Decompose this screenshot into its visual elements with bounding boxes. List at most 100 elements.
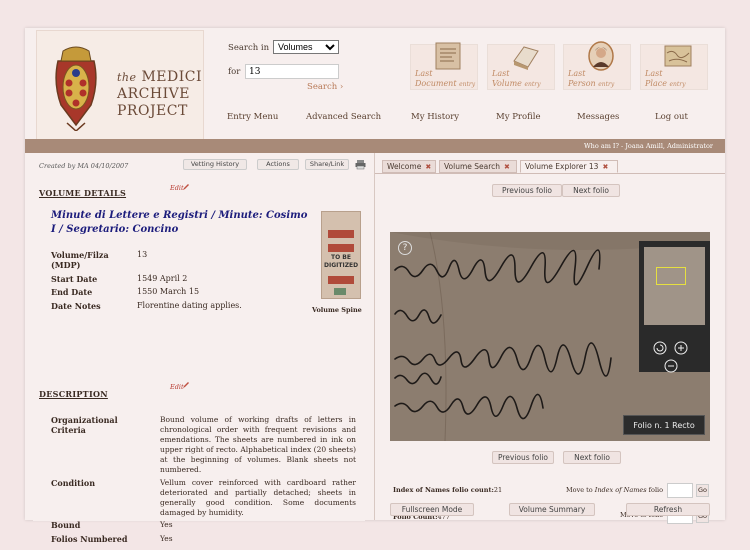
logo-text: the MEDICI ARCHIVE PROJECT <box>117 69 203 120</box>
index-of-names-count: Index of Names folio count:21 <box>393 486 502 494</box>
close-tab-icon[interactable]: ✖ <box>425 163 431 171</box>
spine-tag <box>334 288 346 295</box>
person-portrait-icon <box>588 41 614 71</box>
volume-title: Minute di Lettere e Registri / Minute: C… <box>51 210 308 235</box>
rotate-icon[interactable] <box>653 341 667 355</box>
medici-crest-icon <box>55 46 97 131</box>
last-person-entry[interactable]: Last Person entry <box>563 41 631 90</box>
who-am-i-link[interactable]: Who am I? - Joana Amill, Administrator <box>584 142 713 150</box>
logo-the: the <box>117 71 137 84</box>
volume-spine-image[interactable]: TO BE DIGITIZED <box>321 211 361 299</box>
description-heading: DESCRIPTION <box>39 389 108 399</box>
share-link-button[interactable]: Share/Link <box>305 159 349 170</box>
field-label-bound: Bound <box>51 520 81 530</box>
field-label-condition: Condition <box>51 478 96 488</box>
logo-line3: PROJECT <box>117 103 188 119</box>
help-icon[interactable]: ? <box>398 241 412 255</box>
quick-link-line1: Last <box>568 69 586 78</box>
nav-my-history[interactable]: My History <box>411 112 459 122</box>
spine-band <box>328 230 354 238</box>
search-scope-select[interactable]: Volumes <box>273 40 339 54</box>
spine-text: TO BE DIGITIZED <box>324 254 359 269</box>
pencil-icon[interactable] <box>182 183 190 191</box>
volume-thumbnail-icon <box>513 46 539 70</box>
field-value-organizational-criteria: Bound volume of working drafts of letter… <box>160 415 356 474</box>
field-label-folios-numbered: Folios Numbered <box>51 534 128 544</box>
previous-folio-button-bottom[interactable]: Previous folio <box>492 451 554 464</box>
tab-volume-explorer[interactable]: Volume Explorer 13 ✖ <box>520 160 618 173</box>
field-label-end-date: End Date <box>51 287 93 297</box>
quick-link-line1: Last <box>492 69 510 78</box>
last-document-entry[interactable]: Last Document entry <box>410 42 478 90</box>
quick-link-suffix: entry <box>459 81 476 88</box>
search-input[interactable] <box>245 64 339 79</box>
nav-advanced-search[interactable]: Advanced Search <box>306 112 381 122</box>
fullscreen-mode-button[interactable]: Fullscreen Mode <box>390 503 474 516</box>
spine-band <box>328 276 354 284</box>
volume-spine-label: Volume Spine <box>312 306 362 314</box>
field-value-end-date: 1550 March 15 <box>137 287 200 296</box>
tab-label: Volume Search <box>444 162 501 171</box>
nav-messages[interactable]: Messages <box>577 112 619 122</box>
zoom-in-icon[interactable] <box>674 341 688 355</box>
navigator-viewport[interactable] <box>656 267 686 285</box>
quick-link-line2: Volume <box>492 79 522 88</box>
volume-summary-button[interactable]: Volume Summary <box>509 503 595 516</box>
previous-folio-button-top[interactable]: Previous folio <box>492 184 562 197</box>
quick-link-suffix: entry <box>524 81 541 88</box>
volume-details-heading: VOLUME DETAILS <box>39 188 127 198</box>
document-thumbnail-icon <box>435 42 461 70</box>
field-value-date-notes: Florentine dating applies. <box>137 301 242 310</box>
index-go-button[interactable]: Go <box>696 484 709 497</box>
pencil-icon[interactable] <box>182 381 190 389</box>
index-count-label: Index of Names folio count: <box>393 486 494 494</box>
field-value-folios-numbered: Yes <box>160 534 173 543</box>
zoom-out-icon[interactable] <box>664 359 678 373</box>
created-by-text: Created by MA 04/10/2007 <box>39 162 129 170</box>
tab-welcome[interactable]: Welcome ✖ <box>382 160 436 173</box>
move-to-index-label: Move to Index of Names folio <box>566 486 663 494</box>
close-tab-icon[interactable]: ✖ <box>504 163 510 171</box>
search-for-label: for <box>228 67 241 77</box>
spine-band <box>328 244 354 252</box>
field-value-bound: Yes <box>160 520 173 529</box>
volume-explorer-panel: Welcome ✖ Volume Search ✖ Volume Explorer … <box>375 153 725 524</box>
app-frame: the MEDICI ARCHIVE PROJECT Search in Vol… <box>25 28 725 544</box>
close-tab-icon[interactable]: ✖ <box>602 163 608 171</box>
quick-link-line2: Person <box>568 79 596 88</box>
volume-details-panel: Created by MA 04/10/2007 Vetting History… <box>25 153 375 544</box>
last-place-entry[interactable]: Last Place entry <box>640 44 708 90</box>
actions-button[interactable]: Actions <box>257 159 299 170</box>
print-icon[interactable] <box>355 159 366 170</box>
nav-log-out[interactable]: Log out <box>655 112 688 122</box>
tab-volume-search[interactable]: Volume Search ✖ <box>439 160 517 173</box>
move-index-em: Index of Names <box>594 486 647 494</box>
quick-link-line1: Last <box>645 69 663 78</box>
search-button[interactable]: Search › <box>307 82 343 92</box>
tab-label: Welcome <box>387 162 422 171</box>
index-folio-input[interactable] <box>667 483 693 498</box>
field-label-volume-filza: Volume/Filza (MDP) <box>51 250 109 270</box>
refresh-button[interactable]: Refresh <box>626 503 710 516</box>
vetting-history-button[interactable]: Vetting History <box>183 159 247 170</box>
navigator-thumbnail[interactable] <box>639 241 710 373</box>
next-folio-button-bottom[interactable]: Next folio <box>563 451 621 464</box>
logo-line2: ARCHIVE <box>117 86 190 102</box>
field-value-condition: Vellum cover reinforced with cardboard r… <box>160 478 356 517</box>
field-label-date-notes: Date Notes <box>51 301 101 311</box>
nav-entry-menu[interactable]: Entry Menu <box>227 112 278 122</box>
nav-my-profile[interactable]: My Profile <box>496 112 541 122</box>
last-volume-entry[interactable]: Last Volume entry <box>487 44 555 90</box>
move-index-post: folio <box>648 486 664 494</box>
quick-link-line2: Place <box>645 79 667 88</box>
medici-logo[interactable]: the MEDICI ARCHIVE PROJECT <box>36 30 204 142</box>
index-count-value: 21 <box>493 486 503 494</box>
folio-indicator: Folio n. 1 Recto <box>623 415 705 435</box>
field-label-start-date: Start Date <box>51 274 98 284</box>
folio-image-viewer[interactable]: ? Folio n. 1 Recto <box>390 232 710 441</box>
next-folio-button-top[interactable]: Next folio <box>562 184 620 197</box>
search-form: Search in Volumes for Search › <box>228 40 378 100</box>
navigator-preview <box>644 247 705 325</box>
quick-link-suffix: entry <box>598 81 615 88</box>
move-index-pre: Move to <box>566 486 593 494</box>
